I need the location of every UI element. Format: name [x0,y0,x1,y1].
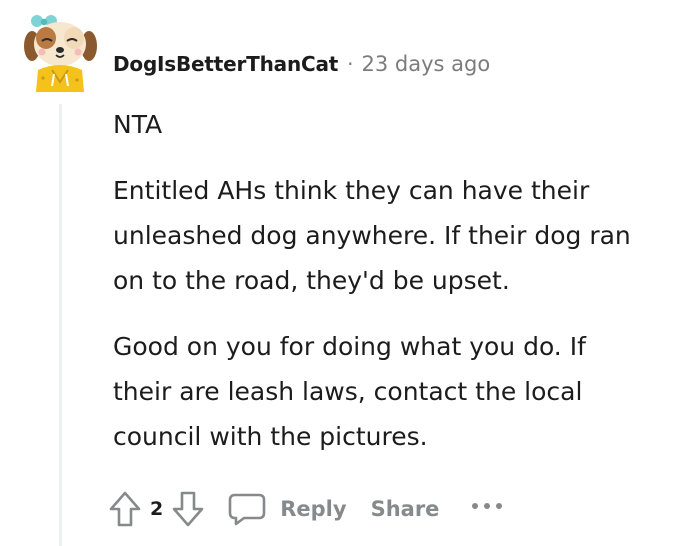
username-link[interactable]: DogIsBetterThanCat [113,52,338,76]
text-line: council with the pictures. [113,422,428,451]
meta-separator: · [347,52,354,76]
upvote-button[interactable] [108,490,142,528]
downvote-button[interactable] [171,490,205,528]
paragraph-entitled: Entitled AHs think they can have their u… [113,168,693,303]
comment-header: DogIsBetterThanCat · 23 days ago [113,50,490,78]
timestamp-link[interactable]: 23 days ago [361,52,490,76]
text-line: Good on you for doing what you do. If [113,332,586,361]
text-line: Entitled AHs think they can have their [113,176,590,205]
share-button[interactable]: Share [371,497,440,521]
reply-label: Reply [280,497,347,521]
text-line: on to the road, they'd be upset. [113,266,510,295]
dog-avatar-icon [24,15,97,92]
avatar[interactable] [22,12,98,92]
text-line: their are leash laws, contact the local [113,377,583,406]
text-line: unleashed dog anywhere. If their dog ran [113,221,631,250]
ellipsis-icon [472,503,503,509]
paragraph-verdict: NTA [113,102,693,147]
thread-line[interactable] [59,104,62,546]
speech-bubble-icon [228,493,266,526]
arrow-up-outline-icon [109,491,141,527]
comment-actions: 2 Reply Share [108,488,504,530]
comment-body: NTA Entitled AHs think they can have the… [113,102,693,480]
text-line: NTA [113,110,163,139]
more-options-button[interactable] [470,501,504,511]
arrow-down-outline-icon [172,491,204,527]
vote-count: 2 [150,498,164,520]
paragraph-leash-laws: Good on you for doing what you do. If th… [113,324,693,459]
reply-button[interactable]: Reply [227,491,347,527]
